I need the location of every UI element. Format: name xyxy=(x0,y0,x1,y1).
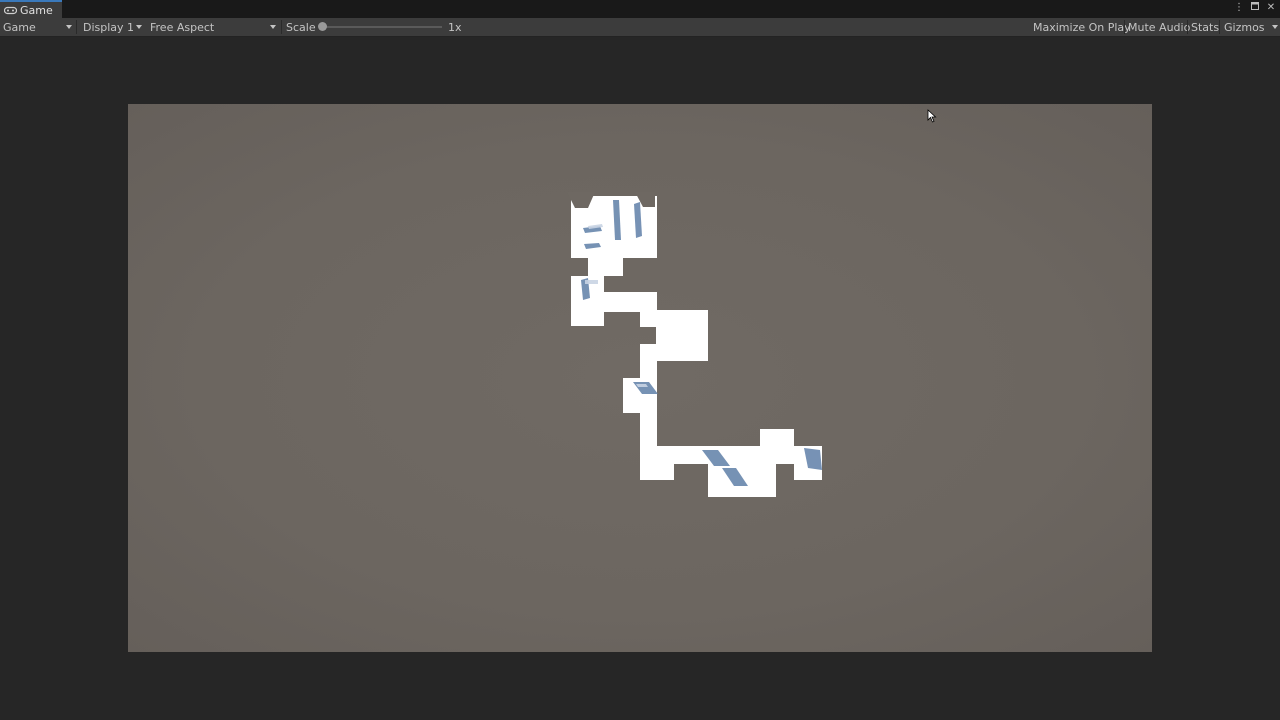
divider xyxy=(1187,20,1188,34)
display-dropdown[interactable]: Display 1 xyxy=(83,18,143,36)
divider xyxy=(1219,20,1220,34)
chevron-down-icon xyxy=(66,25,72,29)
window-tab-bar: Game ⋮ ✕ xyxy=(0,0,1280,19)
scale-value-text: 1x xyxy=(448,20,462,34)
divider xyxy=(1124,20,1125,34)
scale-label-text: Scale xyxy=(286,20,316,34)
dungeon-map xyxy=(567,192,822,497)
aspect-dropdown[interactable]: Free Aspect xyxy=(150,18,277,36)
mute-audio-label: Mute Audio xyxy=(1128,20,1191,34)
scale-label: Scale xyxy=(286,18,316,36)
kebab-menu-icon[interactable]: ⋮ xyxy=(1234,2,1244,13)
chevron-down-icon xyxy=(136,25,142,29)
scale-slider-handle[interactable] xyxy=(318,22,327,31)
divider xyxy=(281,20,282,34)
game-toolbar: Game Display 1 Free Aspect Scale 1x Maxi… xyxy=(0,18,1280,37)
dungeon-floor xyxy=(571,196,822,497)
aspect-label: Free Aspect xyxy=(150,20,215,34)
gamepad-icon xyxy=(4,6,17,15)
stats-toggle[interactable]: Stats xyxy=(1191,18,1219,36)
maximize-on-play-label: Maximize On Play xyxy=(1033,20,1131,34)
stats-label: Stats xyxy=(1191,20,1220,34)
view-mode-label: Game xyxy=(3,20,36,34)
scale-slider-track[interactable] xyxy=(322,26,442,28)
mute-audio-toggle[interactable]: Mute Audio xyxy=(1128,18,1190,36)
scale-value: 1x xyxy=(448,18,462,36)
chevron-down-icon xyxy=(270,25,276,29)
mouse-cursor-icon xyxy=(927,109,937,123)
game-tab[interactable]: Game xyxy=(0,0,62,18)
gizmos-label: Gizmos xyxy=(1224,20,1265,34)
game-render-view[interactable] xyxy=(128,104,1152,652)
game-tab-label: Game xyxy=(20,3,53,17)
close-icon[interactable]: ✕ xyxy=(1266,2,1276,13)
maximize-icon[interactable] xyxy=(1250,2,1260,13)
gizmos-dropdown[interactable]: Gizmos xyxy=(1224,18,1278,36)
chevron-down-icon xyxy=(1271,25,1278,29)
display-label: Display 1 xyxy=(83,20,135,34)
divider xyxy=(76,20,77,34)
maximize-on-play-toggle[interactable]: Maximize On Play xyxy=(1033,18,1131,36)
view-mode-dropdown[interactable]: Game xyxy=(3,18,73,36)
